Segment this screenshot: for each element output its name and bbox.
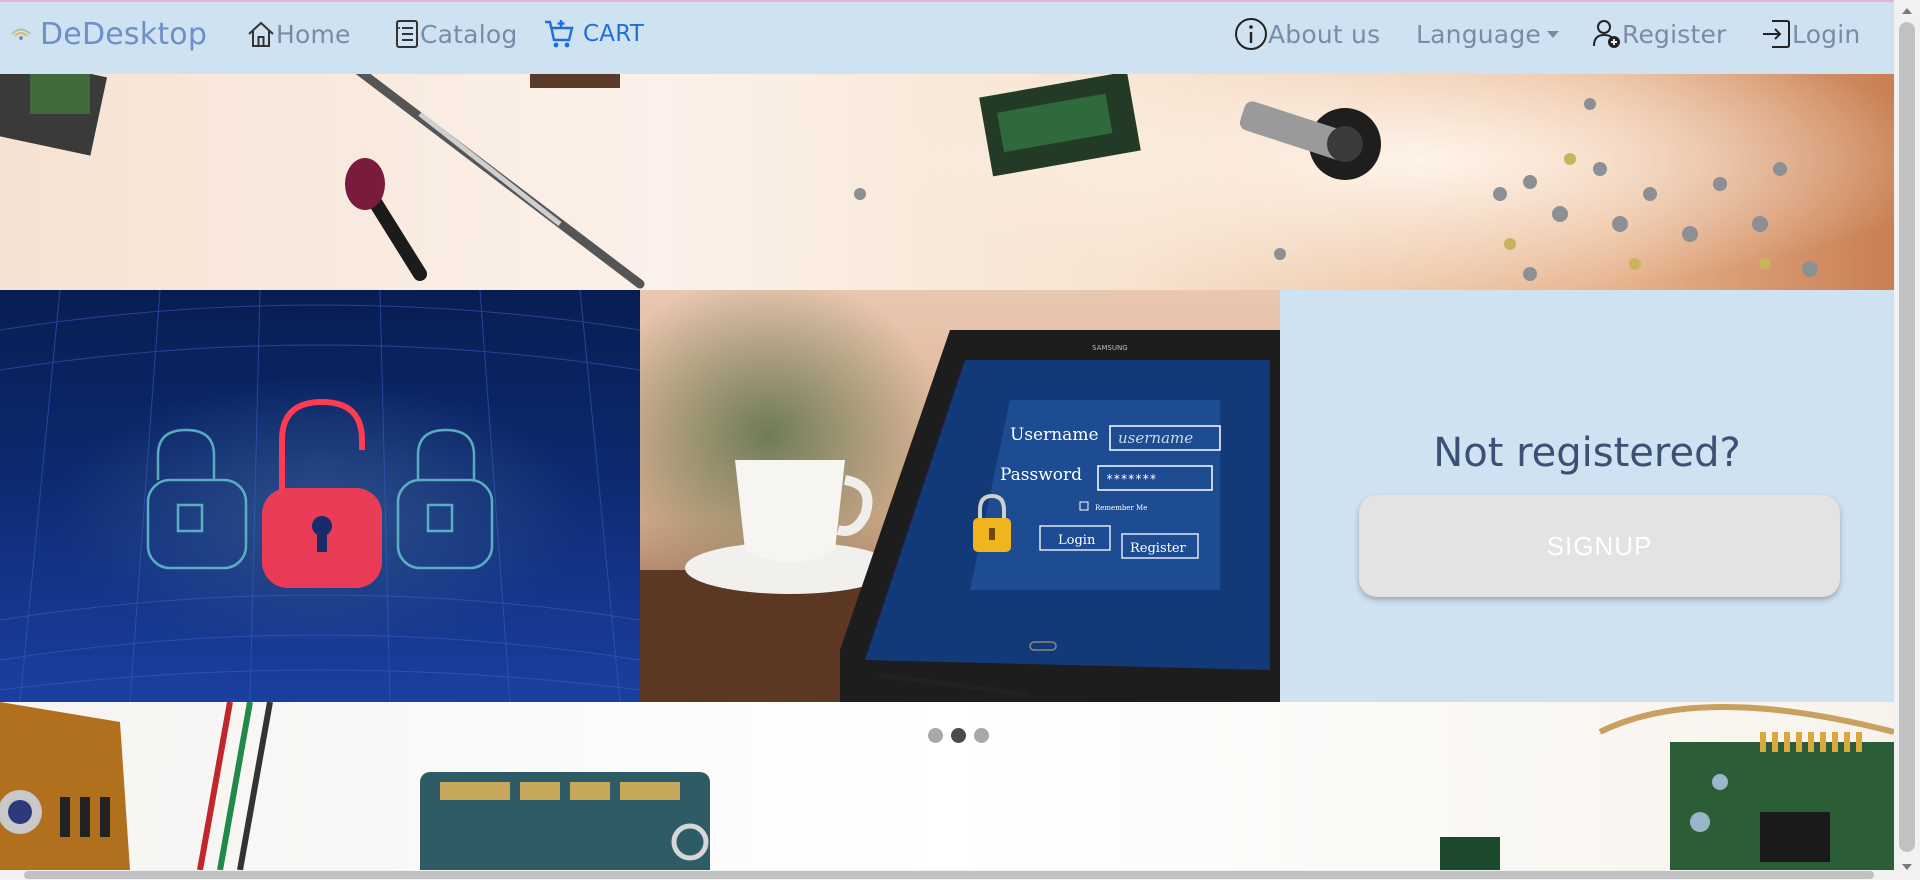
- brand-label: DeDesktop: [40, 16, 208, 52]
- nav-login[interactable]: Login: [1760, 2, 1860, 66]
- horizontal-scroll-thumb[interactable]: [24, 871, 1874, 879]
- scroll-up-icon[interactable]: [1902, 8, 1912, 14]
- nav-home[interactable]: Home: [246, 2, 351, 66]
- signup-panel: Not registered? SIGNUP: [1280, 290, 1894, 702]
- carousel-indicators: [928, 728, 989, 743]
- padlock-illustration: [0, 290, 640, 702]
- login-icon: [1760, 18, 1792, 50]
- security-lock-image: [0, 290, 640, 702]
- tablet-username-placeholder: username: [1118, 429, 1193, 447]
- nav-catalog-label: Catalog: [420, 19, 518, 49]
- person-add-icon: [1592, 18, 1622, 50]
- home-icon: [246, 20, 276, 48]
- signup-button[interactable]: SIGNUP: [1359, 495, 1840, 597]
- tablet-register-label: Register: [1130, 541, 1187, 556]
- tablet-login-image: SAMSUNG Username username Password *****…: [640, 290, 1280, 702]
- scroll-down-icon[interactable]: [1902, 864, 1912, 870]
- logo-icon: [10, 26, 32, 42]
- nav-catalog[interactable]: Catalog: [394, 2, 517, 66]
- nav-cart[interactable]: CART: [543, 2, 644, 66]
- nav-about-label: About us: [1268, 19, 1381, 49]
- banner-image-top: [0, 74, 1894, 290]
- hardware-photo: [0, 74, 1818, 289]
- nav-cart-label: CART: [583, 21, 644, 47]
- nav-login-label: Login: [1792, 19, 1861, 49]
- navbar: DeDesktop Home Catalog CART About us Lan…: [0, 0, 1894, 74]
- nav-home-label: Home: [276, 19, 351, 49]
- nav-register-label: Register: [1622, 19, 1727, 49]
- nav-about[interactable]: About us: [1234, 2, 1380, 66]
- info-icon: [1234, 17, 1268, 51]
- carousel-dot-3[interactable]: [974, 728, 989, 743]
- list-icon: [394, 19, 420, 49]
- cart-icon: [543, 18, 575, 50]
- carousel-dot-2[interactable]: [951, 728, 966, 743]
- tablet-photo: SAMSUNG Username username Password *****…: [640, 330, 1280, 702]
- hero-cards: SAMSUNG Username username Password *****…: [0, 290, 1894, 702]
- carousel-dot-1[interactable]: [928, 728, 943, 743]
- vertical-scrollbar[interactable]: [1894, 0, 1920, 880]
- tablet-username-label: Username: [1010, 425, 1099, 445]
- tablet-remember-label: Remember Me: [1095, 504, 1147, 512]
- horizontal-scrollbar[interactable]: [0, 870, 1894, 880]
- tablet-login-label: Login: [1058, 533, 1096, 548]
- caret-down-icon: [1546, 30, 1559, 38]
- vertical-scroll-thumb[interactable]: [1899, 22, 1915, 852]
- signup-title: Not registered?: [1433, 430, 1741, 476]
- tablet-brand-label: SAMSUNG: [1092, 344, 1128, 352]
- nav-language-label: Language: [1416, 19, 1541, 49]
- tablet-password-label: Password: [1000, 465, 1082, 485]
- brand-link[interactable]: DeDesktop: [10, 2, 207, 66]
- tablet-password-mask: *******: [1106, 472, 1157, 486]
- nav-language-dropdown[interactable]: Language: [1416, 2, 1559, 66]
- nav-register[interactable]: Register: [1592, 2, 1727, 66]
